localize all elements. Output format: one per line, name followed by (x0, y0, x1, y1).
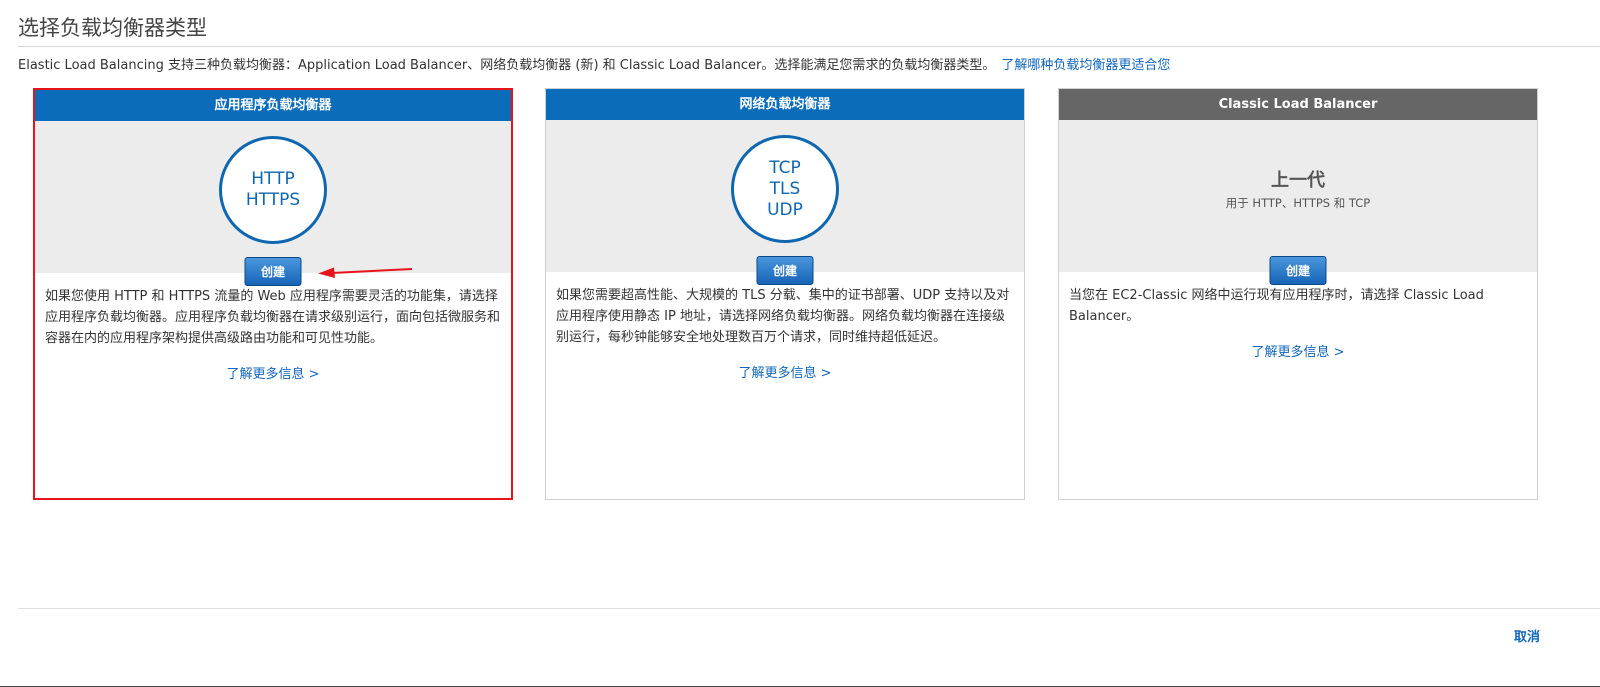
protocol-label: TCP (769, 157, 801, 178)
intro-text: Elastic Load Balancing 支持三种负载均衡器：Applica… (18, 58, 996, 73)
generation-info: 上一代 用于 HTTP、HTTPS 和 TCP (1059, 166, 1537, 211)
learn-more-clb-link[interactable]: 了解更多信息 > (1059, 341, 1537, 360)
page-title: 选择负载均衡器类型 (18, 16, 207, 40)
card-hero-alb: HTTP HTTPS 创建 (35, 121, 511, 286)
compare-load-balancers-link[interactable]: 了解哪种负载均衡器更适合您 (1001, 58, 1170, 73)
card-header-alb: 应用程序负载均衡器 (35, 90, 511, 121)
learn-more-nlb-link[interactable]: 了解更多信息 > (546, 362, 1024, 381)
generation-subtitle: 用于 HTTP、HTTPS 和 TCP (1225, 196, 1371, 210)
protocol-badge-nlb: TCP TLS UDP (731, 135, 839, 243)
create-alb-button[interactable]: 创建 (244, 257, 302, 286)
protocol-label: HTTP (251, 169, 295, 189)
cancel-button[interactable]: 取消 (1514, 626, 1540, 645)
protocol-badge-alb: HTTP HTTPS (219, 136, 327, 244)
card-header-clb: Classic Load Balancer (1059, 89, 1537, 120)
card-header-nlb: 网络负载均衡器 (546, 89, 1024, 120)
generation-title: 上一代 (1271, 170, 1325, 191)
red-arrow-icon (318, 267, 413, 278)
create-clb-button[interactable]: 创建 (1269, 256, 1327, 285)
protocol-label: HTTPS (245, 190, 301, 210)
card-application-load-balancer[interactable]: 应用程序负载均衡器 HTTP HTTPS 创建 如果您使用 HTTP 和 HTT… (33, 88, 513, 500)
intro-line: Elastic Load Balancing 支持三种负载均衡器：Applica… (18, 54, 1170, 73)
card-classic-load-balancer[interactable]: Classic Load Balancer 上一代 用于 HTTP、HTTPS … (1058, 88, 1538, 500)
card-network-load-balancer[interactable]: 网络负载均衡器 TCP TLS UDP 创建 如果您需要超高性能、大规模的 TL… (545, 88, 1025, 500)
protocol-label: UDP (767, 199, 803, 220)
card-hero-clb: 上一代 用于 HTTP、HTTPS 和 TCP 创建 (1059, 120, 1537, 285)
footer-divider (18, 608, 1600, 609)
learn-more-alb-link[interactable]: 了解更多信息 > (35, 363, 511, 382)
protocol-label: TLS (769, 178, 801, 199)
card-hero-nlb: TCP TLS UDP 创建 (546, 120, 1024, 285)
create-nlb-button[interactable]: 创建 (756, 256, 814, 285)
title-divider (18, 46, 1600, 47)
